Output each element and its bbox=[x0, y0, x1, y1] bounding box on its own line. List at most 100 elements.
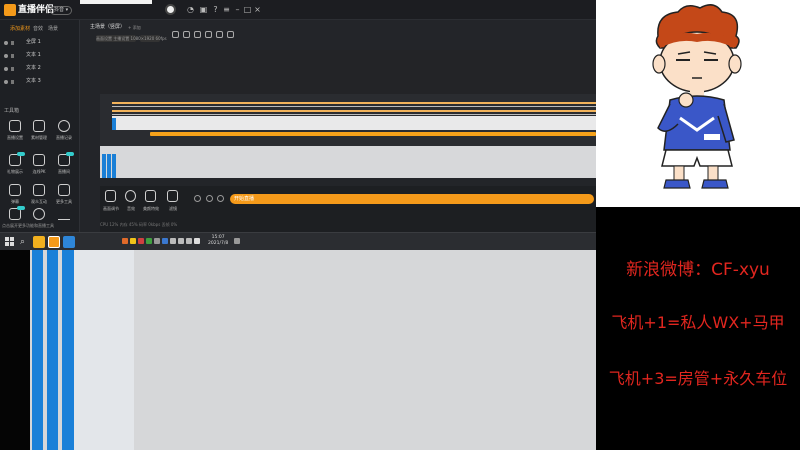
stream-screen: 直播伴侣 抖音 ▾ ◔ ▣ ? ≡ – □ × 添加素材 音效 场景 全屏 1 bbox=[0, 0, 800, 450]
tab-add-source[interactable]: 添加素材 bbox=[10, 26, 30, 33]
new-badge bbox=[17, 206, 25, 210]
lock-icon[interactable] bbox=[11, 80, 14, 84]
tab-scene[interactable]: 场景 bbox=[48, 26, 58, 33]
chat-icon bbox=[9, 184, 21, 196]
live-preview[interactable] bbox=[100, 50, 596, 178]
taskbar-clock[interactable]: 15:07 2021/7/8 bbox=[208, 235, 228, 247]
lock-icon[interactable] bbox=[183, 31, 190, 38]
taskbar-app-active[interactable] bbox=[48, 236, 60, 248]
preview-line bbox=[112, 106, 596, 107]
visibility-icon[interactable] bbox=[4, 41, 8, 45]
tool-button[interactable]: 直播设置 bbox=[3, 120, 27, 146]
filter-button[interactable]: 滤镜 bbox=[162, 190, 184, 216]
screenshot-icon[interactable] bbox=[172, 31, 179, 38]
copy-icon[interactable] bbox=[194, 31, 201, 38]
start-live-button[interactable]: 开始直播 bbox=[230, 194, 594, 204]
tab-audio[interactable]: 音效 bbox=[33, 26, 43, 33]
volume-icon[interactable] bbox=[206, 195, 213, 202]
scene-tab[interactable]: 主场景（竖屏） bbox=[90, 24, 125, 31]
preview-blue-strip bbox=[107, 154, 111, 178]
live-companion-window: 直播伴侣 抖音 ▾ ◔ ▣ ? ≡ – □ × 添加素材 音效 场景 全屏 1 bbox=[0, 0, 596, 232]
adjust-button[interactable]: 画面调节 bbox=[100, 190, 122, 216]
tool-button[interactable]: 更多工具 bbox=[52, 184, 76, 210]
source-item[interactable]: 全屏 1 bbox=[4, 38, 76, 48]
tool-button[interactable]: 观众互动 bbox=[27, 184, 51, 210]
preview-dark-region bbox=[100, 50, 596, 94]
record-icon[interactable] bbox=[205, 31, 212, 38]
settings-icon[interactable] bbox=[194, 195, 201, 202]
left-panel: 添加素材 音效 场景 全屏 1 文本 1 文本 2 文本 3 工具箱 直播设置 bbox=[0, 20, 80, 232]
close-icon[interactable]: × bbox=[253, 5, 262, 14]
settings-icon bbox=[9, 120, 21, 132]
help-icon[interactable]: ? bbox=[211, 5, 220, 14]
menu-icon[interactable]: ≡ bbox=[222, 5, 231, 14]
gear-icon[interactable] bbox=[217, 195, 224, 202]
add-scene-button[interactable]: + 添加 bbox=[128, 24, 141, 31]
notification-icon[interactable] bbox=[234, 238, 240, 244]
adjust-icon bbox=[105, 190, 116, 202]
left-tabs: 添加素材 音效 场景 bbox=[0, 24, 80, 36]
volume-icon[interactable] bbox=[186, 238, 192, 244]
source-item[interactable]: 文本 1 bbox=[4, 51, 76, 61]
minimize-icon[interactable]: – bbox=[233, 5, 242, 14]
mute-icon[interactable] bbox=[216, 31, 223, 38]
visibility-icon[interactable] bbox=[4, 80, 8, 84]
tray-icon[interactable] bbox=[162, 238, 168, 244]
preview-blue-strip bbox=[112, 118, 116, 130]
tool-label: 直播间 bbox=[58, 169, 70, 174]
preview-blue-strip bbox=[112, 154, 116, 178]
ime-icon[interactable] bbox=[194, 238, 200, 244]
tray-icon[interactable] bbox=[122, 238, 128, 244]
preview-blue-strip bbox=[102, 154, 106, 178]
more-icon bbox=[58, 208, 70, 220]
desktop-blue-strip bbox=[47, 250, 58, 450]
fans-icon bbox=[33, 208, 45, 220]
desktop-blue-strip bbox=[32, 250, 43, 450]
user-avatar[interactable] bbox=[165, 4, 176, 15]
tool-button[interactable]: 连线PK bbox=[27, 154, 51, 180]
resolution-info: 画面设置 主播设置 1080×1920 60fps bbox=[96, 36, 167, 41]
lock-icon[interactable] bbox=[11, 67, 14, 71]
beauty-icon bbox=[145, 190, 156, 202]
visibility-icon[interactable] bbox=[4, 54, 8, 58]
taskbar-app-live[interactable] bbox=[33, 236, 45, 248]
tool-label: 更多工具 bbox=[56, 199, 72, 204]
tool-button[interactable] bbox=[52, 208, 76, 232]
source-label: 文本 3 bbox=[26, 78, 41, 84]
mic-button[interactable]: 音效 bbox=[120, 190, 142, 216]
start-button[interactable] bbox=[5, 237, 15, 247]
tray-icon[interactable] bbox=[170, 238, 176, 244]
tool-button[interactable]: 直播记录 bbox=[52, 120, 76, 146]
app-name: 直播伴侣 bbox=[18, 5, 55, 15]
taskbar-app[interactable] bbox=[63, 236, 75, 248]
lock-icon[interactable] bbox=[11, 41, 14, 45]
tool-button[interactable]: 礼物展示 bbox=[3, 152, 27, 180]
tool-button[interactable]: 直播间 bbox=[52, 152, 76, 180]
preview-line bbox=[112, 114, 596, 115]
platform-select[interactable]: 抖音 ▾ bbox=[50, 6, 73, 15]
maximize-icon[interactable]: □ bbox=[243, 5, 252, 14]
visibility-icon[interactable] bbox=[4, 67, 8, 71]
share-icon[interactable] bbox=[227, 31, 234, 38]
search-icon[interactable]: ⌕ bbox=[20, 237, 30, 247]
tray-icon[interactable] bbox=[146, 238, 152, 244]
wifi-icon[interactable] bbox=[178, 238, 184, 244]
tool-label: 连线PK bbox=[32, 169, 46, 174]
desktop-black-strip bbox=[0, 250, 30, 450]
beauty-button[interactable]: 美颜特效 bbox=[140, 190, 162, 216]
tray-icon[interactable] bbox=[154, 238, 160, 244]
cartoon-avatar bbox=[596, 0, 800, 207]
tool-label: 观众互动 bbox=[31, 199, 47, 204]
tool-button[interactable]: 素材管理 bbox=[27, 120, 51, 146]
new-badge bbox=[17, 152, 25, 156]
tray-icon[interactable] bbox=[138, 238, 144, 244]
message-icon[interactable]: ▣ bbox=[199, 5, 208, 14]
title-bar: 直播伴侣 抖音 ▾ ◔ ▣ ? ≡ – □ × bbox=[0, 0, 596, 20]
source-item[interactable]: 文本 3 bbox=[4, 77, 76, 87]
expand-tools-link[interactable]: 点击展开更多功能和直播工具 bbox=[2, 223, 54, 229]
lock-icon[interactable] bbox=[11, 54, 14, 58]
tray-icon[interactable] bbox=[130, 238, 136, 244]
overlay-strip bbox=[80, 0, 152, 4]
source-item[interactable]: 文本 2 bbox=[4, 64, 76, 74]
notification-icon[interactable]: ◔ bbox=[186, 5, 195, 14]
